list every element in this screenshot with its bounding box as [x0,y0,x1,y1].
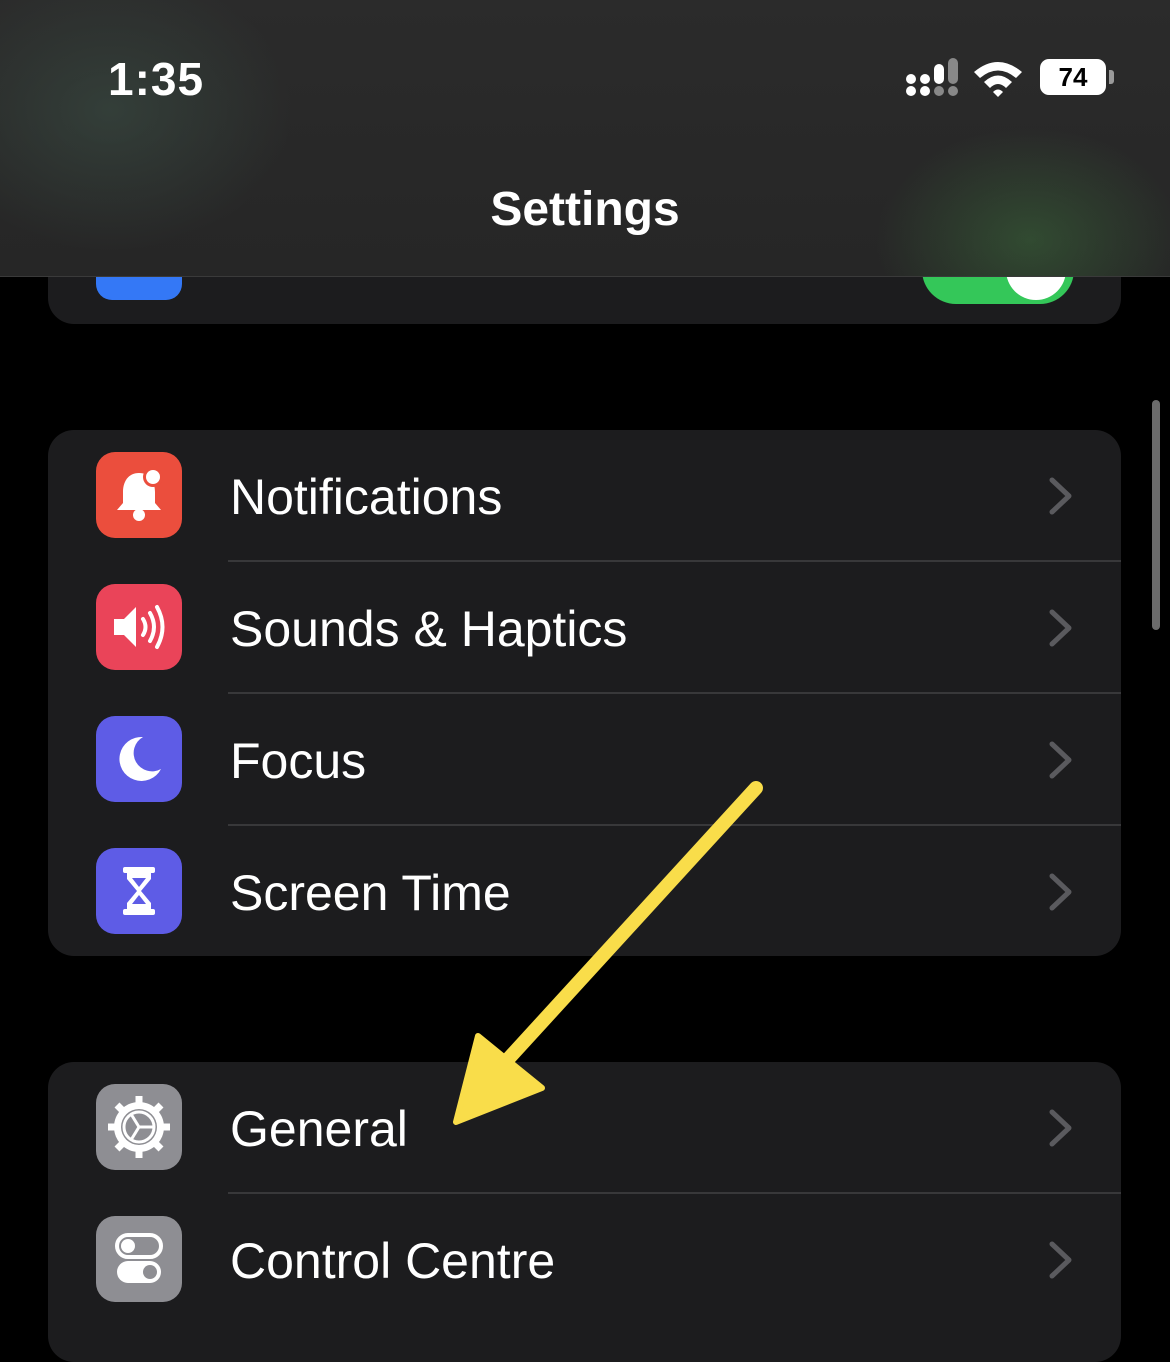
wifi-icon [974,62,1022,97]
battery-indicator: 74 [1040,59,1106,95]
row-label: Sounds & Haptics [230,601,628,657]
chevron-right-icon [1049,477,1072,515]
settings-row-focus[interactable]: Focus [48,694,1121,826]
chevron-right-icon [1049,741,1072,779]
scrollbar[interactable] [1152,400,1160,630]
settings-row-screen-time[interactable]: Screen Time [48,826,1121,956]
status-time: 1:35 [108,53,205,105]
battery-cap [1109,70,1114,84]
settings-group-notifications: Notifications Sounds & Haptics Focus Scr… [48,430,1121,956]
moon-icon [96,716,182,802]
chevron-right-icon [1049,873,1072,911]
row-label: General [230,1101,408,1157]
cellular-signal-icon [906,58,958,96]
settings-row-general[interactable]: General [48,1062,1121,1194]
row-label: Focus [230,733,367,789]
row-label: Control Centre [230,1233,556,1289]
page-title: Settings [490,183,680,236]
gear-icon [96,1084,182,1170]
chevron-right-icon [1049,1109,1072,1147]
settings-row-control-centre[interactable]: Control Centre [48,1194,1121,1326]
chevron-right-icon [1049,1241,1072,1279]
settings-row-notifications[interactable]: Notifications [48,430,1121,562]
settings-row-sounds-haptics[interactable]: Sounds & Haptics [48,562,1121,694]
settings-group-general: General Control Centre [48,1062,1121,1362]
toggles-icon [96,1216,182,1302]
navigation-header: 1:35 74 Settings [0,0,1170,277]
bell-icon [96,452,182,538]
row-label: Screen Time [230,865,511,921]
speaker-icon [96,584,182,670]
hourglass-icon [96,848,182,934]
row-label: Notifications [230,469,503,525]
chevron-right-icon [1049,609,1072,647]
